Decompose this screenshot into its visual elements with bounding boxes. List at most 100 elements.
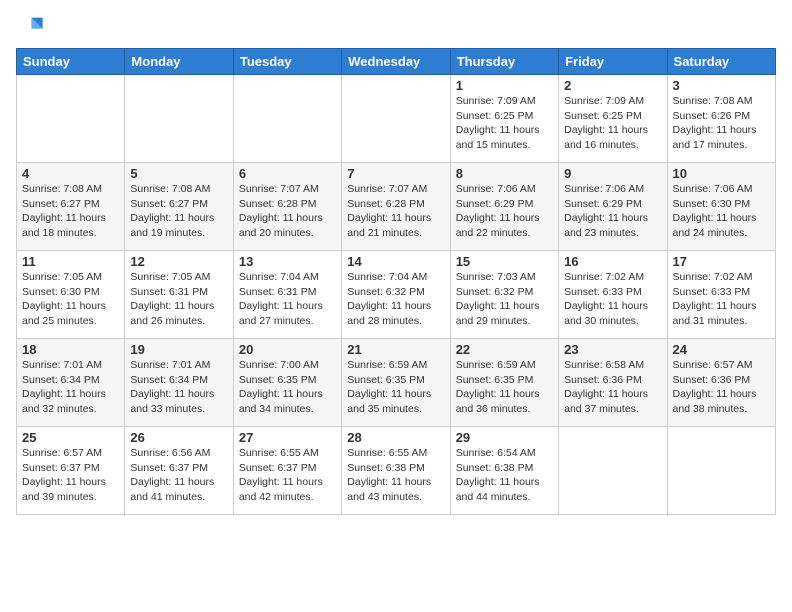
- day-cell: 10Sunrise: 7:06 AM Sunset: 6:30 PM Dayli…: [667, 163, 775, 251]
- day-cell: 7Sunrise: 7:07 AM Sunset: 6:28 PM Daylig…: [342, 163, 450, 251]
- day-info: Sunrise: 7:01 AM Sunset: 6:34 PM Dayligh…: [22, 358, 119, 417]
- day-cell: 23Sunrise: 6:58 AM Sunset: 6:36 PM Dayli…: [559, 339, 667, 427]
- day-cell: 18Sunrise: 7:01 AM Sunset: 6:34 PM Dayli…: [17, 339, 125, 427]
- day-number: 8: [456, 166, 553, 181]
- day-cell: 25Sunrise: 6:57 AM Sunset: 6:37 PM Dayli…: [17, 427, 125, 515]
- day-info: Sunrise: 7:08 AM Sunset: 6:27 PM Dayligh…: [22, 182, 119, 241]
- logo: [16, 12, 48, 40]
- day-cell: 8Sunrise: 7:06 AM Sunset: 6:29 PM Daylig…: [450, 163, 558, 251]
- calendar-body: 1Sunrise: 7:09 AM Sunset: 6:25 PM Daylig…: [17, 75, 776, 515]
- day-number: 12: [130, 254, 227, 269]
- day-cell: 6Sunrise: 7:07 AM Sunset: 6:28 PM Daylig…: [233, 163, 341, 251]
- day-cell: [559, 427, 667, 515]
- day-number: 29: [456, 430, 553, 445]
- day-number: 15: [456, 254, 553, 269]
- day-cell: 21Sunrise: 6:59 AM Sunset: 6:35 PM Dayli…: [342, 339, 450, 427]
- day-cell: 22Sunrise: 6:59 AM Sunset: 6:35 PM Dayli…: [450, 339, 558, 427]
- day-info: Sunrise: 6:56 AM Sunset: 6:37 PM Dayligh…: [130, 446, 227, 505]
- day-info: Sunrise: 7:02 AM Sunset: 6:33 PM Dayligh…: [564, 270, 661, 329]
- day-cell: 29Sunrise: 6:54 AM Sunset: 6:38 PM Dayli…: [450, 427, 558, 515]
- day-info: Sunrise: 7:00 AM Sunset: 6:35 PM Dayligh…: [239, 358, 336, 417]
- day-info: Sunrise: 7:09 AM Sunset: 6:25 PM Dayligh…: [456, 94, 553, 153]
- day-info: Sunrise: 7:08 AM Sunset: 6:27 PM Dayligh…: [130, 182, 227, 241]
- day-number: 25: [22, 430, 119, 445]
- day-cell: 5Sunrise: 7:08 AM Sunset: 6:27 PM Daylig…: [125, 163, 233, 251]
- day-cell: 3Sunrise: 7:08 AM Sunset: 6:26 PM Daylig…: [667, 75, 775, 163]
- day-info: Sunrise: 6:57 AM Sunset: 6:37 PM Dayligh…: [22, 446, 119, 505]
- day-number: 27: [239, 430, 336, 445]
- week-row-3: 18Sunrise: 7:01 AM Sunset: 6:34 PM Dayli…: [17, 339, 776, 427]
- day-number: 21: [347, 342, 444, 357]
- day-cell: 16Sunrise: 7:02 AM Sunset: 6:33 PM Dayli…: [559, 251, 667, 339]
- day-info: Sunrise: 6:59 AM Sunset: 6:35 PM Dayligh…: [456, 358, 553, 417]
- day-cell: 2Sunrise: 7:09 AM Sunset: 6:25 PM Daylig…: [559, 75, 667, 163]
- day-cell: [17, 75, 125, 163]
- day-cell: 1Sunrise: 7:09 AM Sunset: 6:25 PM Daylig…: [450, 75, 558, 163]
- day-info: Sunrise: 7:08 AM Sunset: 6:26 PM Dayligh…: [673, 94, 770, 153]
- day-cell: 28Sunrise: 6:55 AM Sunset: 6:38 PM Dayli…: [342, 427, 450, 515]
- weekday-friday: Friday: [559, 49, 667, 75]
- day-cell: [125, 75, 233, 163]
- day-number: 13: [239, 254, 336, 269]
- day-cell: 26Sunrise: 6:56 AM Sunset: 6:37 PM Dayli…: [125, 427, 233, 515]
- day-cell: [342, 75, 450, 163]
- day-number: 3: [673, 78, 770, 93]
- day-number: 14: [347, 254, 444, 269]
- week-row-1: 4Sunrise: 7:08 AM Sunset: 6:27 PM Daylig…: [17, 163, 776, 251]
- day-number: 26: [130, 430, 227, 445]
- week-row-2: 11Sunrise: 7:05 AM Sunset: 6:30 PM Dayli…: [17, 251, 776, 339]
- day-number: 18: [22, 342, 119, 357]
- day-info: Sunrise: 6:58 AM Sunset: 6:36 PM Dayligh…: [564, 358, 661, 417]
- day-number: 6: [239, 166, 336, 181]
- day-cell: 27Sunrise: 6:55 AM Sunset: 6:37 PM Dayli…: [233, 427, 341, 515]
- weekday-header: SundayMondayTuesdayWednesdayThursdayFrid…: [17, 49, 776, 75]
- day-info: Sunrise: 7:02 AM Sunset: 6:33 PM Dayligh…: [673, 270, 770, 329]
- day-cell: 15Sunrise: 7:03 AM Sunset: 6:32 PM Dayli…: [450, 251, 558, 339]
- day-number: 20: [239, 342, 336, 357]
- day-cell: 24Sunrise: 6:57 AM Sunset: 6:36 PM Dayli…: [667, 339, 775, 427]
- day-number: 11: [22, 254, 119, 269]
- day-number: 16: [564, 254, 661, 269]
- day-cell: 17Sunrise: 7:02 AM Sunset: 6:33 PM Dayli…: [667, 251, 775, 339]
- day-number: 17: [673, 254, 770, 269]
- day-number: 24: [673, 342, 770, 357]
- day-info: Sunrise: 7:05 AM Sunset: 6:31 PM Dayligh…: [130, 270, 227, 329]
- day-cell: 11Sunrise: 7:05 AM Sunset: 6:30 PM Dayli…: [17, 251, 125, 339]
- weekday-sunday: Sunday: [17, 49, 125, 75]
- day-info: Sunrise: 6:55 AM Sunset: 6:38 PM Dayligh…: [347, 446, 444, 505]
- day-number: 22: [456, 342, 553, 357]
- day-number: 28: [347, 430, 444, 445]
- day-number: 5: [130, 166, 227, 181]
- day-info: Sunrise: 7:07 AM Sunset: 6:28 PM Dayligh…: [239, 182, 336, 241]
- week-row-4: 25Sunrise: 6:57 AM Sunset: 6:37 PM Dayli…: [17, 427, 776, 515]
- day-number: 1: [456, 78, 553, 93]
- day-info: Sunrise: 7:07 AM Sunset: 6:28 PM Dayligh…: [347, 182, 444, 241]
- day-cell: [233, 75, 341, 163]
- day-info: Sunrise: 7:01 AM Sunset: 6:34 PM Dayligh…: [130, 358, 227, 417]
- day-info: Sunrise: 7:06 AM Sunset: 6:29 PM Dayligh…: [564, 182, 661, 241]
- day-info: Sunrise: 6:54 AM Sunset: 6:38 PM Dayligh…: [456, 446, 553, 505]
- day-info: Sunrise: 7:09 AM Sunset: 6:25 PM Dayligh…: [564, 94, 661, 153]
- day-cell: 12Sunrise: 7:05 AM Sunset: 6:31 PM Dayli…: [125, 251, 233, 339]
- day-cell: 14Sunrise: 7:04 AM Sunset: 6:32 PM Dayli…: [342, 251, 450, 339]
- weekday-wednesday: Wednesday: [342, 49, 450, 75]
- day-info: Sunrise: 6:57 AM Sunset: 6:36 PM Dayligh…: [673, 358, 770, 417]
- day-info: Sunrise: 6:59 AM Sunset: 6:35 PM Dayligh…: [347, 358, 444, 417]
- day-info: Sunrise: 7:04 AM Sunset: 6:32 PM Dayligh…: [347, 270, 444, 329]
- weekday-tuesday: Tuesday: [233, 49, 341, 75]
- day-cell: 20Sunrise: 7:00 AM Sunset: 6:35 PM Dayli…: [233, 339, 341, 427]
- weekday-thursday: Thursday: [450, 49, 558, 75]
- day-cell: [667, 427, 775, 515]
- day-info: Sunrise: 7:04 AM Sunset: 6:31 PM Dayligh…: [239, 270, 336, 329]
- day-number: 19: [130, 342, 227, 357]
- week-row-0: 1Sunrise: 7:09 AM Sunset: 6:25 PM Daylig…: [17, 75, 776, 163]
- day-info: Sunrise: 6:55 AM Sunset: 6:37 PM Dayligh…: [239, 446, 336, 505]
- day-cell: 9Sunrise: 7:06 AM Sunset: 6:29 PM Daylig…: [559, 163, 667, 251]
- day-cell: 4Sunrise: 7:08 AM Sunset: 6:27 PM Daylig…: [17, 163, 125, 251]
- day-number: 23: [564, 342, 661, 357]
- day-info: Sunrise: 7:03 AM Sunset: 6:32 PM Dayligh…: [456, 270, 553, 329]
- logo-icon: [16, 12, 44, 40]
- day-cell: 19Sunrise: 7:01 AM Sunset: 6:34 PM Dayli…: [125, 339, 233, 427]
- day-cell: 13Sunrise: 7:04 AM Sunset: 6:31 PM Dayli…: [233, 251, 341, 339]
- weekday-monday: Monday: [125, 49, 233, 75]
